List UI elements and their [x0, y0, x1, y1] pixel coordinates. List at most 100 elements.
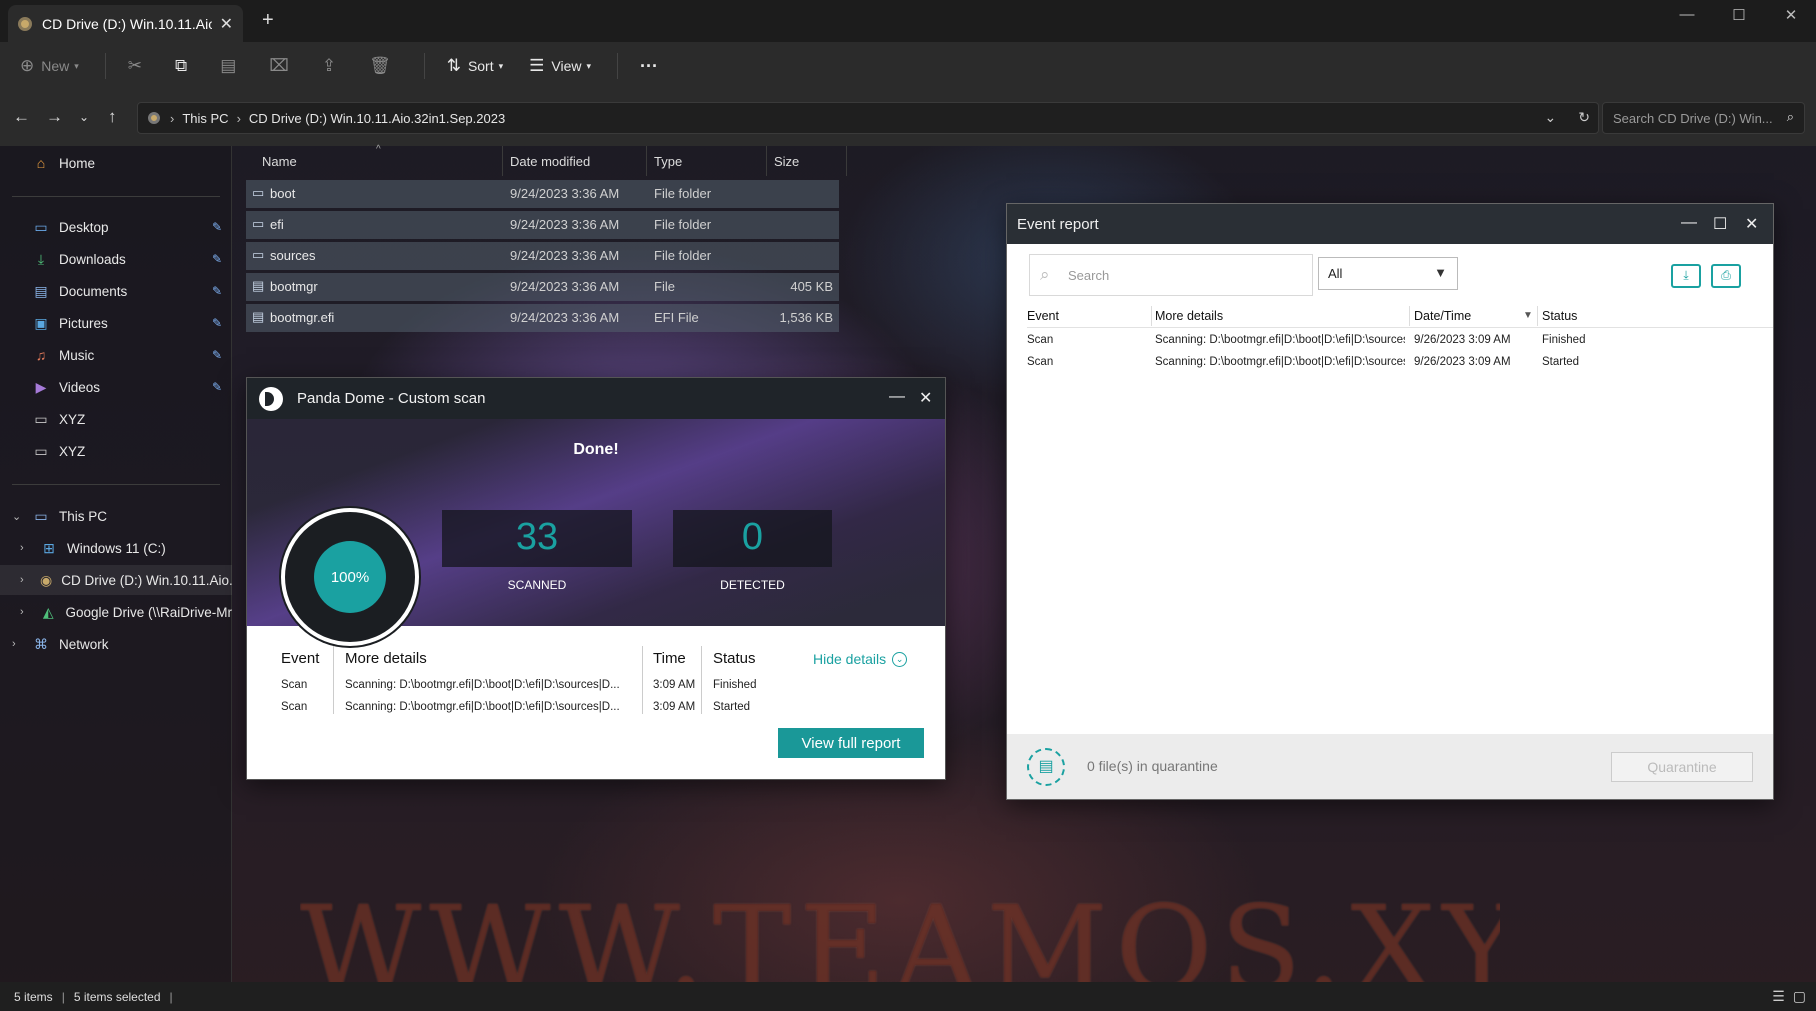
sidebar-item-pictures[interactable]: ▣ Pictures ✎ [0, 308, 232, 338]
hide-details-link[interactable]: Hide details ⌄ [813, 651, 908, 667]
column-date-time[interactable]: Date/Time [1414, 309, 1471, 323]
quarantine-button[interactable]: Quarantine [1611, 752, 1753, 782]
search-icon: ⌕ [1040, 265, 1050, 284]
videos-icon: ▶ [35, 378, 47, 395]
rename-button[interactable]: ⌧ [269, 56, 296, 76]
column-date-modified[interactable]: Date modified [510, 154, 590, 169]
maximize-button[interactable]: ☐ [1713, 214, 1727, 234]
details-view-icon[interactable]: ☰ [1772, 988, 1785, 1005]
address-bar[interactable]: › This PC › CD Drive (D:) Win.10.11.Aio.… [137, 102, 1599, 134]
sidebar-divider [12, 484, 220, 485]
chevron-up-icon: ⌄ [892, 651, 908, 667]
row-details: Scanning: D:\bootmgr.efi|D:\boot|D:\efi|… [1155, 334, 1405, 346]
tiles-view-icon[interactable]: ▢ [1793, 988, 1806, 1005]
sidebar-item-network[interactable]: › ⌘ Network [0, 629, 232, 659]
chevron-right-icon[interactable]: › [20, 606, 24, 618]
forward-arrow-icon[interactable]: → [46, 107, 63, 127]
new-tab-button[interactable]: + [262, 9, 274, 32]
event-filter-select[interactable]: All ▼ [1318, 257, 1458, 290]
column-status[interactable]: Status [1542, 309, 1577, 323]
sidebar-item-cd-drive[interactable]: ›◉CD Drive (D:) Win.10.11.Aio.32in1.Sep.… [0, 565, 232, 595]
chevron-right-icon[interactable]: › [20, 574, 24, 586]
column-divider[interactable] [502, 146, 503, 176]
chevron-right-icon[interactable]: › [20, 542, 24, 554]
column-name[interactable]: Name [262, 154, 297, 169]
recent-locations-chevron-icon[interactable]: ⌄ [79, 110, 89, 124]
table-row[interactable]: Scan Scanning: D:\bootmgr.efi|D:\boot|D:… [1027, 330, 1773, 352]
breadcrumb-this-pc[interactable]: This PC [182, 111, 228, 126]
pin-icon: ✎ [211, 252, 222, 266]
address-dropdown-icon[interactable]: ⌄ [1545, 109, 1557, 126]
sort-button[interactable]: ⇅ Sort ▾ [447, 56, 503, 76]
sidebar-item-videos[interactable]: ▶ Videos ✎ [0, 372, 232, 402]
file-size: 1,536 KB [779, 310, 834, 325]
sidebar-item-xyz[interactable]: ▭ XYZ [0, 436, 232, 466]
event-search-input[interactable]: ⌕ Search [1029, 254, 1313, 296]
up-arrow-icon[interactable]: ↑ [108, 107, 117, 127]
sidebar-item-this-pc[interactable]: ⌄ ▭ This PC [0, 501, 232, 531]
delete-button[interactable]: 🗑 [369, 56, 398, 76]
print-icon[interactable]: ⎙ [1711, 264, 1741, 288]
minimize-button[interactable]: — [1672, 6, 1702, 23]
close-window-button[interactable]: ✕ [1745, 214, 1758, 234]
file-row[interactable]: ▤ bootmgr 9/24/2023 3:36 AM File 405 KB [246, 273, 839, 301]
plus-circle-icon: ⊕ [20, 56, 35, 75]
minimize-button[interactable]: — [1681, 214, 1697, 232]
column-divider[interactable] [1537, 306, 1538, 326]
copy-button[interactable]: ⧉ [175, 56, 194, 76]
column-more-details[interactable]: More details [1155, 309, 1223, 323]
new-button[interactable]: ⊕ New ▾ [20, 56, 79, 76]
column-event[interactable]: Event [1027, 309, 1059, 323]
file-name: boot [270, 186, 296, 201]
column-divider[interactable] [1151, 306, 1152, 326]
paste-button[interactable]: ▤ [220, 56, 243, 76]
sidebar-item-downloads[interactable]: ⤓ Downloads ✎ [0, 244, 232, 274]
export-folder-icon[interactable]: ⤓ [1671, 264, 1701, 288]
table-row[interactable]: Scan Scanning: D:\bootmgr.efi|D:\boot|D:… [1027, 352, 1773, 374]
sidebar-item-music[interactable]: ♫ Music ✎ [0, 340, 232, 370]
column-divider[interactable] [646, 146, 647, 176]
sort-descending-icon[interactable]: ▼ [1523, 310, 1533, 321]
share-button[interactable]: ⇪ [322, 56, 343, 76]
file-row[interactable]: ▭ efi 9/24/2023 3:36 AM File folder [246, 211, 839, 239]
breadcrumb-cd-drive[interactable]: CD Drive (D:) Win.10.11.Aio.32in1.Sep.20… [249, 111, 505, 126]
column-divider[interactable] [846, 146, 847, 176]
file-name: efi [270, 217, 284, 232]
refresh-icon[interactable]: ↻ [1578, 109, 1590, 126]
explorer-tab[interactable]: CD Drive (D:) Win.10.11.Aio.32in1.Sep.20… [8, 5, 243, 42]
sidebar-item-windows-c[interactable]: › ⊞ Windows 11 (C:) [0, 533, 232, 563]
search-input[interactable]: Search CD Drive (D:) Win... ⌕ [1602, 102, 1805, 134]
column-time: Time [653, 650, 686, 667]
sidebar-item-home[interactable]: ⌂ Home [0, 148, 232, 178]
toolbar-divider [104, 53, 106, 79]
delete-icon: 🗑 [369, 56, 391, 75]
sidebar-item-documents[interactable]: ▤ Documents ✎ [0, 276, 232, 306]
more-options-button[interactable]: ··· [640, 56, 658, 77]
close-dialog-button[interactable]: ✕ [919, 388, 932, 408]
view-full-report-button[interactable]: View full report [778, 728, 924, 758]
file-row[interactable]: ▭ sources 9/24/2023 3:36 AM File folder [246, 242, 839, 270]
chevron-down-icon[interactable]: ⌄ [12, 510, 21, 523]
column-size[interactable]: Size [774, 154, 799, 169]
chevron-right-icon[interactable]: › [12, 638, 16, 650]
scan-details-table: Event More details Time Status Scan Scan… [247, 626, 945, 781]
column-divider[interactable] [766, 146, 767, 176]
sidebar-item-google-drive[interactable]: › ◭ Google Drive (\\RaiDrive-Mr [0, 597, 232, 627]
pin-icon: ✎ [211, 316, 222, 330]
sidebar-item-desktop[interactable]: ▭ Desktop ✎ [0, 212, 232, 242]
back-arrow-icon[interactable]: ← [13, 107, 30, 127]
column-type[interactable]: Type [654, 154, 682, 169]
file-row[interactable]: ▭ boot 9/24/2023 3:36 AM File folder [246, 180, 839, 208]
minimize-button[interactable]: — [889, 388, 905, 406]
column-divider[interactable] [1409, 306, 1410, 326]
cd-drive-icon [148, 112, 160, 124]
view-button[interactable]: ☰ View ▾ [529, 56, 591, 76]
maximize-button[interactable]: ☐ [1724, 6, 1754, 24]
tab-close-icon[interactable]: ✕ [220, 14, 233, 34]
file-name: sources [270, 248, 316, 263]
sidebar-item-xyz[interactable]: ▭ XYZ [0, 404, 232, 434]
file-row[interactable]: ▤ bootmgr.efi 9/24/2023 3:36 AM EFI File… [246, 304, 839, 332]
cut-button[interactable]: ✂ [128, 56, 149, 76]
close-window-button[interactable]: ✕ [1776, 6, 1806, 24]
scanned-count: 33 [515, 516, 559, 558]
